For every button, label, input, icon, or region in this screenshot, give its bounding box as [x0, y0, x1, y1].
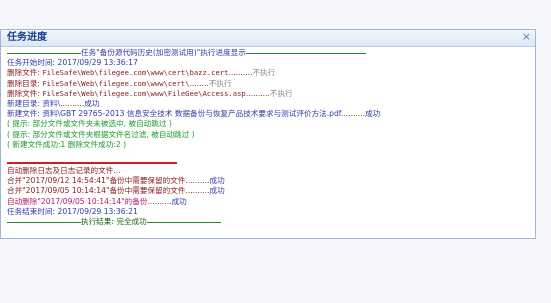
separator-left — [7, 52, 81, 54]
dots: ........ — [189, 78, 209, 88]
separator-right — [245, 52, 366, 54]
separator-left — [7, 221, 81, 223]
new-dir-path: 资料\ — [42, 98, 61, 108]
delete-file-prefix: 删除文件: — [7, 88, 40, 98]
close-icon[interactable]: × — [522, 30, 531, 44]
panel-title: 任务进度 — [7, 32, 47, 43]
status-text: 成功 — [171, 196, 187, 206]
merge-line-1: 合并"2017/09/12 14:54:41"备份中需要保留的文件.......… — [7, 176, 531, 186]
dots: .......... — [228, 68, 253, 78]
new-file-prefix: 新建文件: — [7, 109, 40, 119]
delete-dir-prefix: 删除目录: — [7, 78, 40, 88]
dots: .......... — [60, 98, 85, 108]
status-text: 成功 — [209, 186, 225, 196]
summary-line: ( 新建文件成功:1 删除文件成功:2 ) — [7, 139, 127, 149]
progress-log: 任务"备份源代码历史(加密测试用)"执行进度显示 任务开始时间: 2017/09… — [7, 48, 531, 227]
log-header-line: 任务"备份源代码历史(加密测试用)"执行进度显示 — [7, 48, 531, 58]
status-text: 不执行 — [252, 68, 276, 78]
merge-line-2: 合并"2017/09/05 10:14:14"备份中需要保留的文件.......… — [7, 186, 531, 196]
result-text: 执行结果: 完全成功 — [81, 217, 147, 226]
end-time-line: 任务结束时间: 2017/09/29 13:36:21 — [7, 207, 531, 217]
log-header-text: 任务"备份源代码历史(加密测试用)"执行进度显示 — [81, 48, 246, 57]
status-text: 不执行 — [208, 78, 232, 88]
dots: .......... — [245, 88, 270, 98]
status-text: 成功 — [365, 109, 381, 119]
new-dir-line: 新建目录: 资料\..........成功 — [7, 99, 531, 109]
start-time-value: 2017/09/29 13:36:17 — [57, 58, 138, 68]
hint-line-1: ( 提示: 部分文件或文件夹未被选中, 被自动跳过 ) — [7, 119, 172, 129]
delete-dir-path: FileSafe\Web\filegee.com\www\cert\ — [42, 78, 190, 88]
auto-delete-text: 自动删除"2017/09/05 10:14:14"的备份 — [7, 196, 148, 206]
new-dir-prefix: 新建目录: — [7, 98, 40, 108]
hint-line-2: ( 提示: 部分文件或文件夹根据文件名过滤, 被自动跳过 ) — [7, 129, 195, 139]
start-time-line: 任务开始时间: 2017/09/29 13:36:17 — [7, 58, 531, 68]
auto-delete-header-line: 自动删除日志及日志记录的文件... — [7, 166, 121, 176]
panel-header: 任务进度 × — [1, 30, 535, 47]
dots: .......... — [147, 196, 172, 206]
status-text: 成功 — [84, 98, 100, 108]
task-progress-panel: 任务进度 × 任务"备份源代码历史(加密测试用)"执行进度显示 任务开始时间: … — [0, 29, 536, 239]
delete-file-line-1: 删除文件: FileSafe\Web\filegee.com\www\cert\… — [7, 68, 531, 78]
status-text: 不执行 — [269, 88, 293, 98]
merge-text: 合并"2017/09/12 14:54:41"备份中需要保留的文件 — [7, 176, 186, 186]
dots: .......... — [185, 186, 210, 196]
delete-file-path: FileSafe\Web\filegee.com\www\cert\bazz.c… — [42, 68, 229, 78]
start-time-label: 任务开始时间: — [7, 58, 56, 68]
auto-delete-line: 自动删除"2017/09/05 10:14:14"的备份..........成功 — [7, 197, 531, 207]
dots: .......... — [340, 109, 366, 119]
new-file-line: 新建文件: 资料\GBT 29765-2013 信息安全技术 数据备份与恢复产品… — [7, 109, 531, 119]
separator-right — [146, 221, 221, 223]
end-time-label: 任务结束时间: — [7, 206, 56, 216]
delete-file-prefix: 删除文件: — [7, 68, 40, 78]
new-file-path: 资料\GBT 29765-2013 信息安全技术 数据备份与恢复产品技术要求与测… — [42, 109, 341, 119]
delete-file-line-2: 删除文件: FileSafe\Web\filegee.com\www\FileG… — [7, 89, 531, 99]
merge-text: 合并"2017/09/05 10:14:14"备份中需要保留的文件 — [7, 186, 186, 196]
result-line: 执行结果: 完全成功 — [7, 217, 531, 227]
delete-dir-line: 删除目录: FileSafe\Web\filegee.com\www\cert\… — [7, 79, 531, 89]
status-text: 成功 — [209, 176, 225, 186]
red-separator — [7, 162, 177, 165]
dots: .......... — [185, 176, 210, 186]
delete-file-path: FileSafe\Web\filegee.com\www\FileGee\Acc… — [42, 88, 246, 98]
end-time-value: 2017/09/29 13:36:21 — [57, 206, 138, 216]
